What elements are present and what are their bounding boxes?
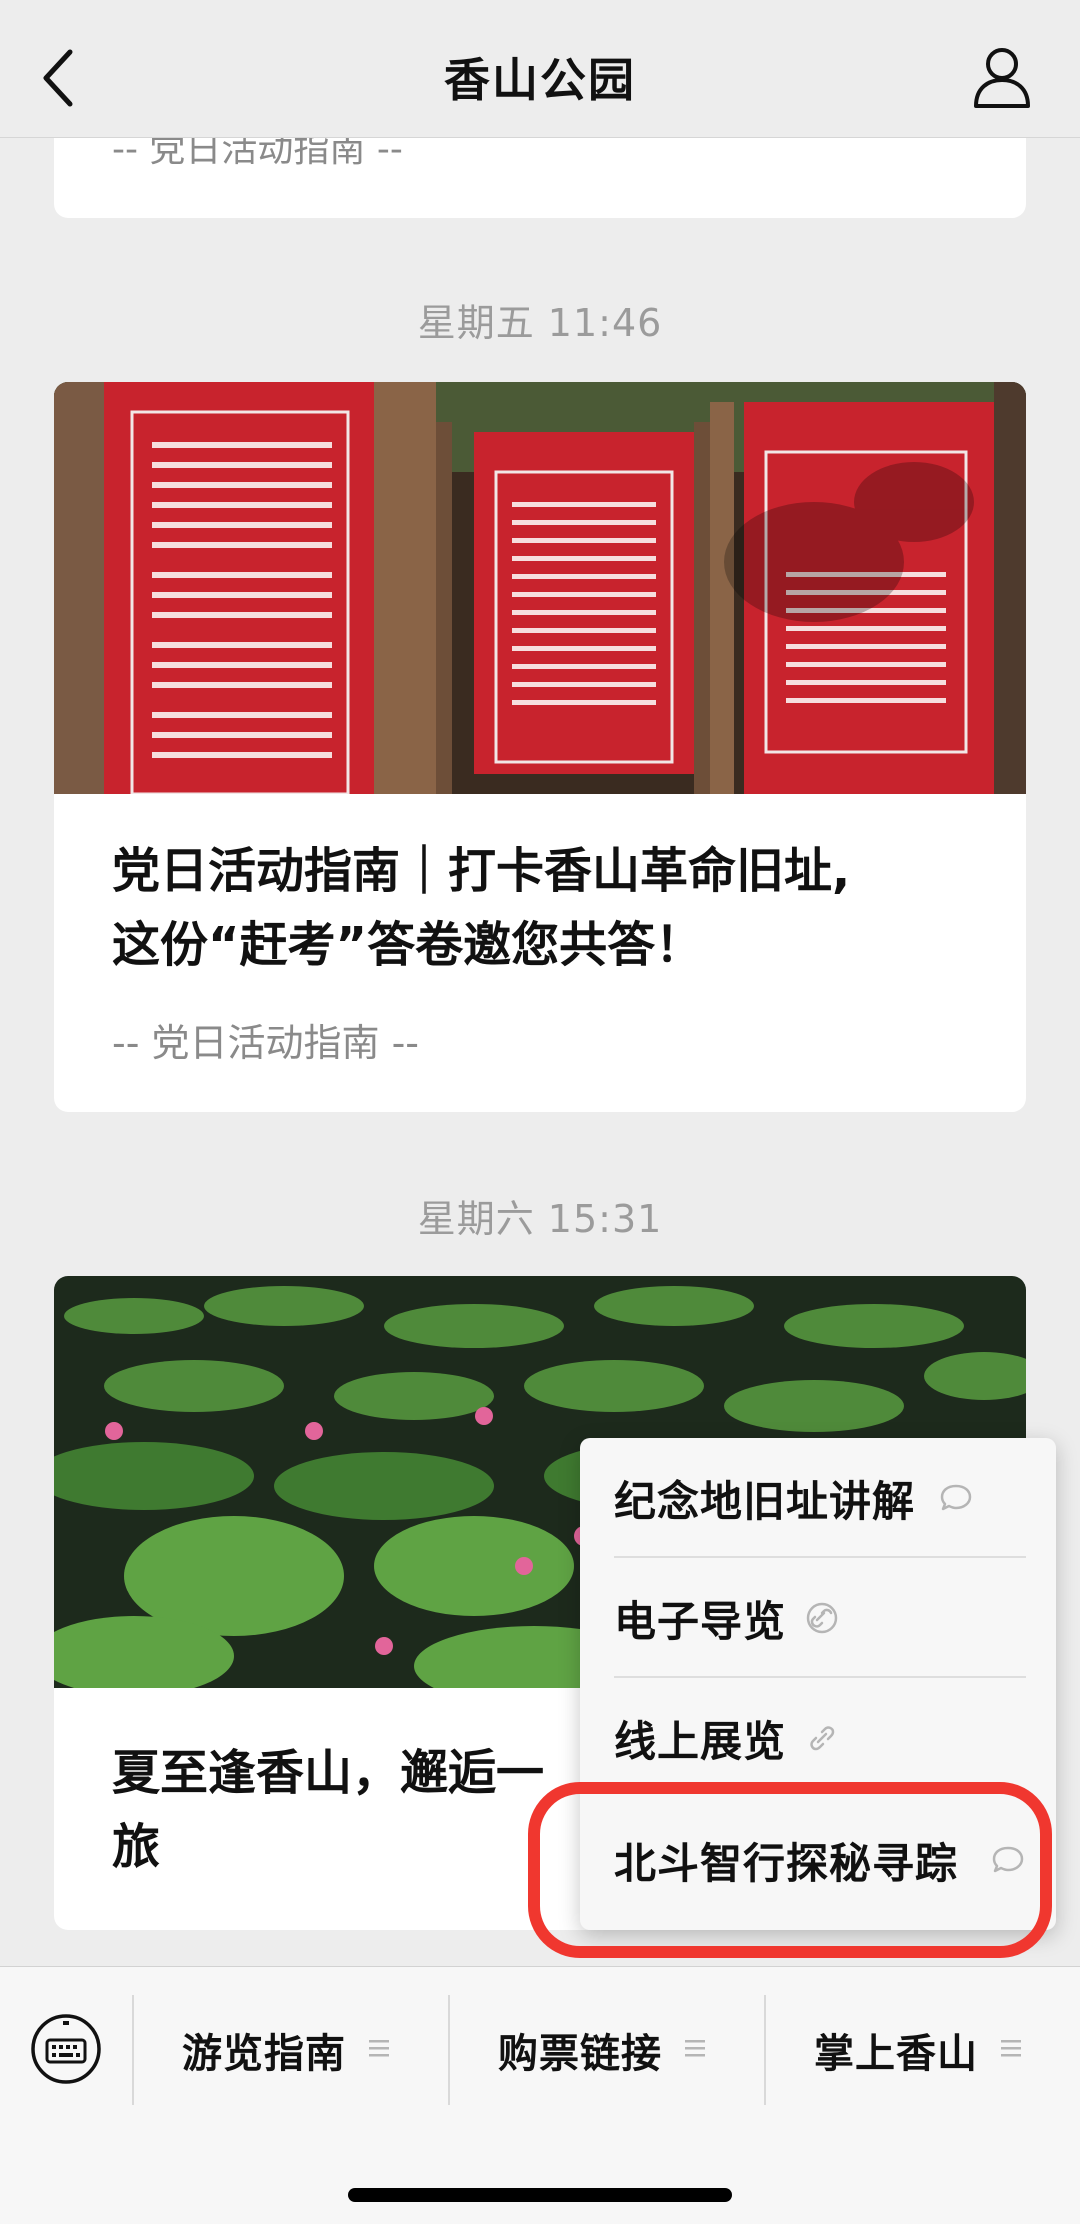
menu-item-label: 线上展览 bbox=[614, 1717, 787, 1766]
page-title: 香山公园 bbox=[444, 53, 636, 107]
chat-bubble-icon bbox=[940, 1484, 972, 1511]
menu-tab-tour-guide[interactable]: 游览指南 bbox=[182, 2021, 389, 2081]
menu-item-label: 纪念地旧址讲解 bbox=[614, 1477, 916, 1526]
menu-tab-mobile-xiangshan[interactable]: 掌上香山 bbox=[814, 2021, 1021, 2081]
menu-item-e-guide[interactable]: 电子导览 bbox=[580, 1558, 1056, 1678]
article-cover-image bbox=[54, 382, 1026, 794]
home-indicator[interactable] bbox=[348, 2188, 732, 2202]
menu-item-online-exhibition[interactable]: 线上展览 bbox=[580, 1678, 1056, 1798]
menu-tab-label: 游览指南 bbox=[182, 2031, 346, 2077]
message-timestamp: 星期五 11:46 bbox=[417, 301, 663, 345]
article-title-line: 党日活动指南｜打卡香山革命旧址, bbox=[112, 843, 851, 899]
link-icon bbox=[806, 1602, 838, 1634]
article-title-line: 这份“赶考”答卷邀您共答！ bbox=[112, 917, 704, 973]
menu-tab-label: 购票链接 bbox=[498, 2031, 662, 2077]
menu-tab-label: 掌上香山 bbox=[814, 2031, 978, 2077]
menu-divider bbox=[132, 1995, 134, 2105]
person-icon[interactable] bbox=[972, 46, 1032, 110]
article-title: 党日活动指南｜打卡香山革命旧址, 这份“赶考”答卷邀您共答！ bbox=[112, 834, 976, 982]
highlight-annotation-circle bbox=[528, 1782, 1052, 1958]
official-account-menu-bar: 游览指南 购票链接 掌上香山 bbox=[0, 1966, 1080, 2224]
link-icon bbox=[810, 1726, 835, 1751]
top-navigation-bar: 香山公园 bbox=[0, 0, 1080, 138]
article-title-line: 夏至逢香山，邂逅一 bbox=[112, 1745, 545, 1801]
menu-list-icon bbox=[369, 2040, 389, 2057]
menu-divider bbox=[764, 1995, 766, 2105]
menu-item-label: 电子导览 bbox=[614, 1597, 787, 1646]
keyboard-icon[interactable] bbox=[30, 2013, 102, 2085]
menu-divider bbox=[448, 1995, 450, 2105]
menu-item-memorial-site-guide[interactable]: 纪念地旧址讲解 bbox=[580, 1438, 1056, 1558]
article-card[interactable]: 党日活动指南｜打卡香山革命旧址, 这份“赶考”答卷邀您共答！ -- 党日活动指南… bbox=[54, 382, 1026, 1112]
menu-list-icon bbox=[685, 2040, 705, 2057]
message-timestamp: 星期六 15:31 bbox=[417, 1197, 663, 1241]
menu-tab-ticket-link[interactable]: 购票链接 bbox=[498, 2021, 705, 2081]
article-subtitle: -- 党日活动指南 -- bbox=[112, 1021, 420, 1065]
menu-list-icon bbox=[1001, 2040, 1021, 2057]
